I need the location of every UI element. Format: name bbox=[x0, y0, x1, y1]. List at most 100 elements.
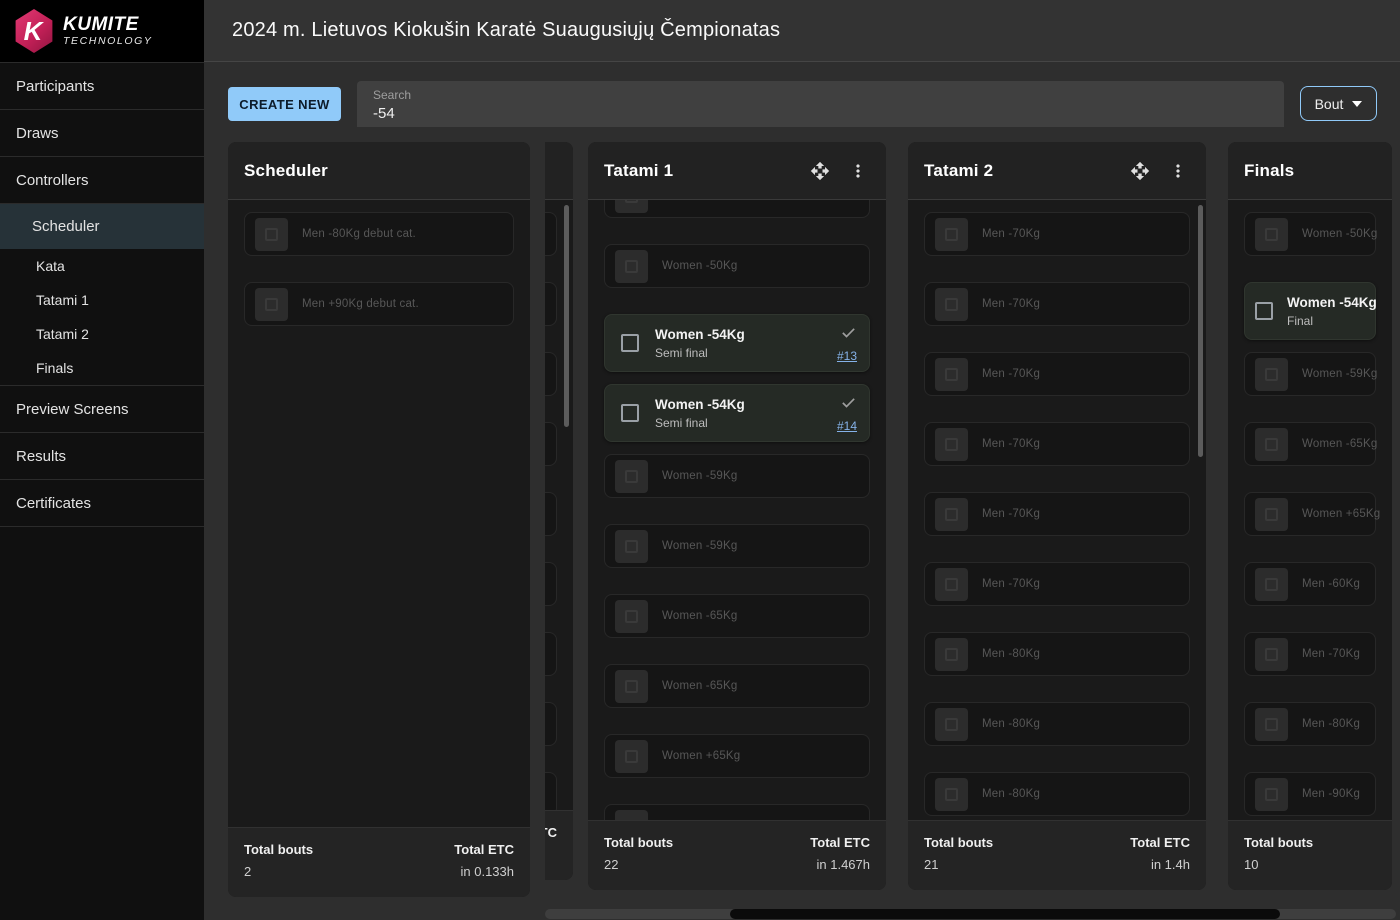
bout-card-text: Women -54KgFinal bbox=[1287, 295, 1367, 328]
bout-category: Women -65Kg bbox=[662, 680, 738, 692]
page-title: 2024 m. Lietuvos Kiokušin Karatė Suaugus… bbox=[232, 19, 780, 42]
column-title: Tatami 2 bbox=[924, 161, 1128, 181]
sidebar-item-participants[interactable]: Participants bbox=[0, 63, 204, 109]
bout-card-dimmed[interactable]: Men -90Kg bbox=[1244, 772, 1376, 816]
bout-card-dimmed[interactable]: Women -65Kg bbox=[604, 664, 870, 708]
bout-number-link[interactable]: #13 bbox=[837, 349, 857, 363]
bout-card-dimmed[interactable]: Women -50Kg bbox=[1244, 212, 1376, 256]
bout-card-dimmed[interactable] bbox=[604, 200, 870, 218]
bout-checkbox[interactable] bbox=[621, 404, 639, 422]
bout-card-dimmed[interactable]: Women -50Kg bbox=[604, 244, 870, 288]
sidebar-item-certificates[interactable]: Certificates bbox=[0, 480, 204, 526]
bout-category: Men -80Kg bbox=[1302, 718, 1360, 730]
horizontal-scrollbar-track[interactable] bbox=[545, 909, 1396, 919]
bout-card-dimmed[interactable]: Men -70Kg bbox=[1244, 632, 1376, 676]
vertical-scrollbar-thumb[interactable] bbox=[1198, 205, 1203, 457]
category-thumb-icon bbox=[255, 218, 288, 251]
move-column-icon[interactable] bbox=[1128, 159, 1152, 183]
bout-card-dimmed[interactable]: Men -70Kg bbox=[924, 212, 1190, 256]
sidebar: K KUMITE TECHNOLOGY ParticipantsDrawsCon… bbox=[0, 0, 204, 920]
card-list: Women -50KgWomen -54KgSemi final#13Women… bbox=[604, 200, 870, 820]
bout-checkbox[interactable] bbox=[621, 334, 639, 352]
bout-card-dimmed[interactable]: Women -65Kg bbox=[1244, 422, 1376, 466]
kebab-menu-icon[interactable] bbox=[846, 159, 870, 183]
bout-category: Women -54Kg bbox=[655, 397, 837, 412]
bout-card-dimmed[interactable]: Men -60Kg bbox=[1244, 562, 1376, 606]
vertical-scrollbar-thumb[interactable] bbox=[564, 205, 569, 427]
bout-card-dimmed[interactable]: Men -80Kg debut cat. bbox=[244, 212, 514, 256]
bout-card-dimmed[interactable]: Women -59Kg bbox=[1244, 352, 1376, 396]
bout-card-dimmed[interactable]: Women +65Kg bbox=[1244, 492, 1376, 536]
bout-card-dimmed[interactable] bbox=[545, 352, 557, 396]
bout-card-dimmed[interactable]: Men -80Kg bbox=[1244, 702, 1376, 746]
sidebar-item-scheduler[interactable]: Scheduler bbox=[0, 204, 204, 249]
sidebar-item-tatami-1[interactable]: Tatami 1 bbox=[0, 283, 204, 317]
bout-card-dimmed[interactable]: Men -70Kg bbox=[924, 352, 1190, 396]
bout-card-dimmed[interactable]: Men -70Kg bbox=[924, 562, 1190, 606]
total-etc-label: Total ETC bbox=[454, 842, 514, 857]
total-bouts: Total bouts21 bbox=[924, 835, 993, 890]
column-header-finals: Finals bbox=[1228, 142, 1392, 200]
bout-category: Men -70Kg bbox=[982, 298, 1040, 310]
chevron-down-icon bbox=[1352, 101, 1362, 107]
category-thumb-icon bbox=[615, 250, 648, 283]
column-footer-finals: Total bouts10 bbox=[1228, 820, 1392, 890]
category-thumb-icon bbox=[935, 708, 968, 741]
bout-card-active[interactable]: Women -54KgSemi final#13 bbox=[604, 314, 870, 372]
bout-card-dimmed[interactable]: Men -70Kg bbox=[924, 422, 1190, 466]
bout-card-active[interactable]: Women -54KgFinal bbox=[1244, 282, 1376, 340]
bout-card-dimmed[interactable] bbox=[545, 772, 557, 810]
kebab-menu-icon[interactable] bbox=[1166, 159, 1190, 183]
bout-card-dimmed[interactable]: Women -59Kg bbox=[604, 454, 870, 498]
bout-card-dimmed[interactable] bbox=[545, 282, 557, 326]
bout-card-dimmed[interactable]: Men -70Kg bbox=[924, 282, 1190, 326]
sidebar-item-controllers[interactable]: Controllers bbox=[0, 157, 204, 203]
category-thumb-icon bbox=[1255, 638, 1288, 671]
bout-filter-label: Bout bbox=[1315, 96, 1344, 112]
category-thumb-icon bbox=[255, 288, 288, 321]
total-bouts: Total bouts22 bbox=[604, 835, 673, 890]
sidebar-item-results[interactable]: Results bbox=[0, 433, 204, 479]
bout-card-dimmed[interactable]: Women -65Kg bbox=[604, 594, 870, 638]
card-list: Women -50Kg Women -54KgFinal Women -59Kg Wo… bbox=[1244, 212, 1376, 816]
bout-checkbox[interactable] bbox=[1255, 302, 1273, 320]
bout-card-dimmed[interactable]: Men +90Kg debut cat. bbox=[244, 282, 514, 326]
total-bouts-label: Total bouts bbox=[244, 842, 313, 857]
bout-number-link[interactable]: #14 bbox=[837, 419, 857, 433]
bout-round: Final bbox=[1287, 314, 1367, 328]
sidebar-item-kata[interactable]: Kata bbox=[0, 249, 204, 283]
sidebar-item-finals[interactable]: Finals bbox=[0, 351, 204, 385]
horizontal-scrollbar-thumb[interactable] bbox=[730, 909, 1280, 919]
total-etc: Total ETC bbox=[545, 825, 557, 880]
bout-filter-dropdown[interactable]: Bout bbox=[1300, 86, 1377, 121]
bout-status: #13 bbox=[837, 324, 857, 363]
bout-card-dimmed[interactable] bbox=[604, 804, 870, 820]
bout-card-dimmed[interactable] bbox=[545, 212, 557, 256]
sidebar-item-draws[interactable]: Draws bbox=[0, 110, 204, 156]
sidebar-item-tatami-2[interactable]: Tatami 2 bbox=[0, 317, 204, 351]
bout-card-dimmed[interactable]: Men -80Kg bbox=[924, 702, 1190, 746]
bout-category: Men -80Kg debut cat. bbox=[302, 228, 416, 240]
bout-card-dimmed[interactable] bbox=[545, 492, 557, 536]
bout-card-dimmed[interactable]: Men -70Kg bbox=[924, 492, 1190, 536]
bout-card-text: Women -54KgSemi final bbox=[655, 327, 837, 360]
bout-card-dimmed[interactable] bbox=[545, 632, 557, 676]
move-column-icon[interactable] bbox=[808, 159, 832, 183]
search-input[interactable]: Search -54 bbox=[357, 81, 1284, 127]
bout-card-dimmed[interactable] bbox=[545, 702, 557, 746]
category-thumb-icon bbox=[615, 200, 648, 213]
bout-card-active[interactable]: Women -54KgSemi final#14 bbox=[604, 384, 870, 442]
sidebar-item-preview-screens[interactable]: Preview Screens bbox=[0, 386, 204, 432]
bout-card-dimmed[interactable] bbox=[545, 422, 557, 466]
bout-card-dimmed[interactable]: Women +65Kg bbox=[604, 734, 870, 778]
bout-card-dimmed[interactable] bbox=[545, 562, 557, 606]
bout-card-dimmed[interactable]: Men -80Kg bbox=[924, 632, 1190, 676]
total-etc: Total ETCin 1.4h bbox=[1130, 835, 1190, 890]
bout-card-dimmed[interactable]: Women -59Kg bbox=[604, 524, 870, 568]
bout-category: Women -50Kg bbox=[1302, 228, 1378, 240]
bout-category: Men -70Kg bbox=[1302, 648, 1360, 660]
create-new-button[interactable]: CREATE NEW bbox=[228, 87, 341, 121]
total-bouts-value: 22 bbox=[604, 857, 673, 872]
bout-card-dimmed[interactable]: Men -80Kg bbox=[924, 772, 1190, 816]
brand-name: KUMITE bbox=[63, 15, 153, 35]
